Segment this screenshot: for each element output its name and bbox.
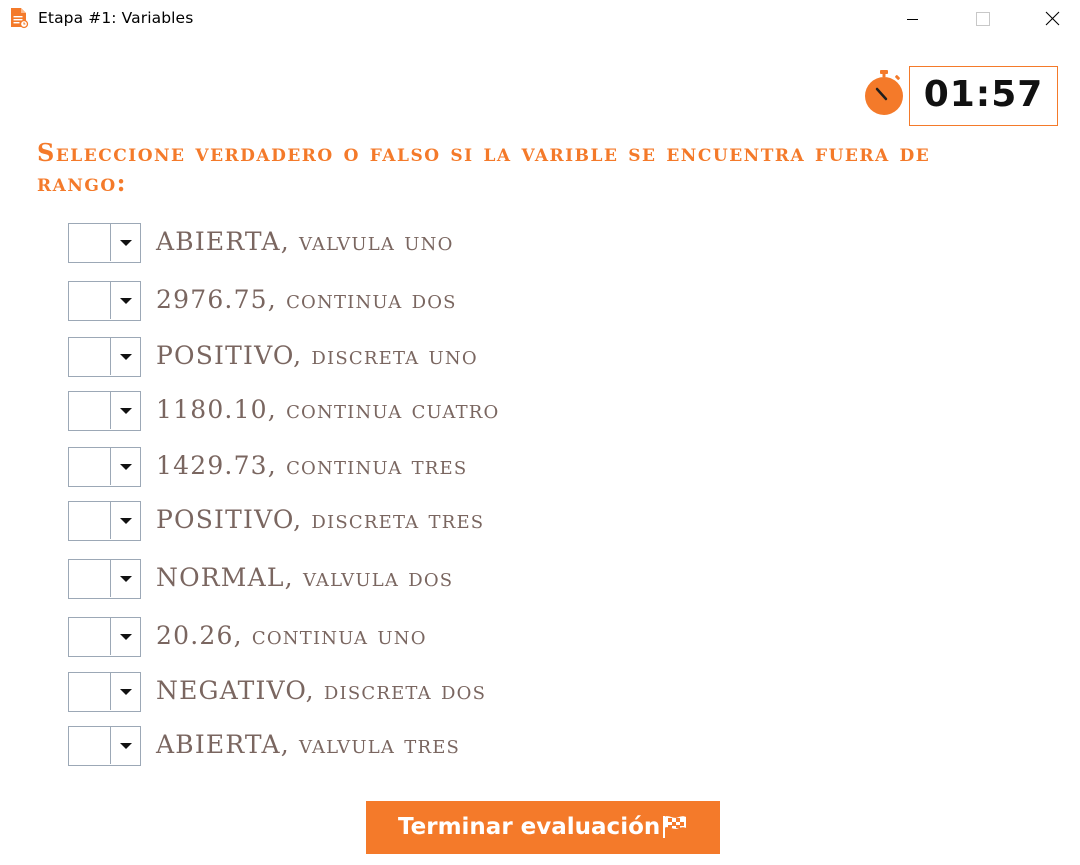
dropdown-arrow-icon[interactable] [118,351,134,363]
dropdown-arrow-icon[interactable] [118,295,134,307]
app-document-icon [11,8,29,29]
true-false-select[interactable] [68,337,141,377]
close-button[interactable] [1030,0,1076,38]
question-row: 20.26, continua uno [68,617,968,657]
close-icon [1045,11,1060,26]
finish-evaluation-button[interactable]: Terminar evaluación [366,801,720,854]
select-value[interactable] [69,392,111,429]
stopwatch-icon [865,70,903,115]
question-label: 2976.75, continua dos [156,285,457,314]
dropdown-arrow-icon[interactable] [118,405,134,417]
question-row: ABIERTA, valvula tres [68,726,968,766]
select-value[interactable] [69,282,111,319]
select-value[interactable] [69,338,111,375]
checkered-flag-icon [663,816,686,838]
question-label: 1429.73, continua tres [156,451,468,480]
question-label: ABIERTA, valvula tres [156,730,461,759]
question-label: 1180.10, continua cuatro [156,395,500,424]
question-label: ABIERTA, valvula uno [156,227,454,256]
question-label: NEGATIVO, discreta dos [156,676,487,705]
question-label: NORMAL, valvula dos [156,563,454,592]
minimize-button[interactable] [889,0,935,38]
title-bar: Etapa #1: Variables [0,0,1080,40]
true-false-select[interactable] [68,391,141,431]
dropdown-arrow-icon[interactable] [118,686,134,698]
timer-value: 01:57 [923,74,1044,115]
instructions-heading: Seleccione verdadero o falso si la varib… [37,138,931,197]
dropdown-arrow-icon[interactable] [118,237,134,249]
select-value[interactable] [69,727,111,764]
question-row: POSITIVO, discreta tres [68,501,968,541]
true-false-select[interactable] [68,281,141,321]
true-false-select[interactable] [68,447,141,487]
dropdown-arrow-icon[interactable] [118,515,134,527]
dropdown-arrow-icon[interactable] [118,573,134,585]
question-label: POSITIVO, discreta tres [156,505,485,534]
true-false-select[interactable] [68,559,141,599]
maximize-icon [976,12,990,26]
select-value[interactable] [69,502,111,539]
finish-button-label: Terminar evaluación [398,814,661,840]
question-row: 2976.75, continua dos [68,281,968,321]
dropdown-arrow-icon[interactable] [118,461,134,473]
true-false-select[interactable] [68,223,141,263]
select-value[interactable] [69,448,111,485]
select-value[interactable] [69,560,111,597]
question-row: 1180.10, continua cuatro [68,391,968,431]
select-value[interactable] [69,618,111,655]
true-false-select[interactable] [68,501,141,541]
maximize-button[interactable] [958,0,1004,38]
question-label: 20.26, continua uno [156,621,427,650]
question-row: 1429.73, continua tres [68,447,968,487]
select-value[interactable] [69,224,111,261]
true-false-select[interactable] [68,726,141,766]
question-row: NORMAL, valvula dos [68,559,968,599]
window-title: Etapa #1: Variables [38,9,194,27]
timer-display: 01:57 [909,66,1058,126]
select-value[interactable] [69,673,111,710]
true-false-select[interactable] [68,672,141,712]
minimize-icon [907,19,918,20]
question-row: NEGATIVO, discreta dos [68,672,968,712]
question-row: ABIERTA, valvula uno [68,223,968,263]
dropdown-arrow-icon[interactable] [118,740,134,752]
true-false-select[interactable] [68,617,141,657]
dropdown-arrow-icon[interactable] [118,631,134,643]
question-row: POSITIVO, discreta uno [68,337,968,377]
question-label: POSITIVO, discreta uno [156,341,478,370]
